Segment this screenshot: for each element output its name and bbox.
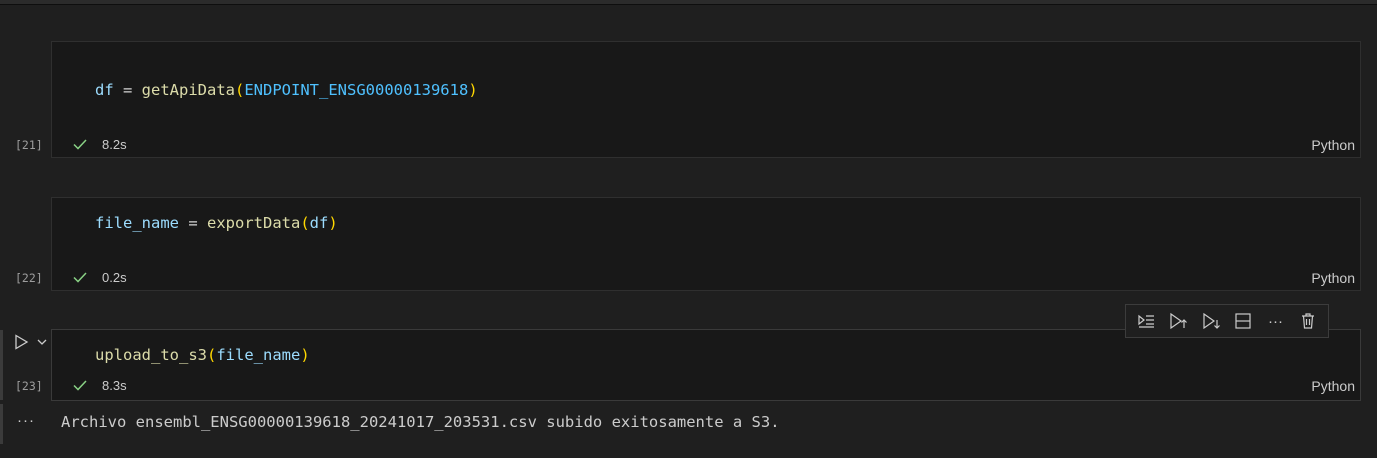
language-label[interactable]: Python <box>1311 270 1355 286</box>
top-border <box>0 0 1377 5</box>
code-token: file_name <box>216 346 301 364</box>
code-token: ) <box>300 346 310 364</box>
check-icon <box>73 380 87 391</box>
code-token: file_name <box>95 214 179 232</box>
run-by-line-icon[interactable] <box>1135 310 1157 332</box>
code-token: ( <box>206 346 217 364</box>
code-token: df <box>95 81 114 99</box>
code-token: df <box>309 214 329 232</box>
execution-count: [23] <box>15 379 43 393</box>
split-cell-icon[interactable] <box>1232 310 1254 332</box>
code-token: getApiData <box>141 81 235 99</box>
execute-below-icon[interactable] <box>1200 310 1222 332</box>
cell-1-status: 8.2s <box>72 136 127 152</box>
cell-3-code[interactable]: upload_to_s3(file_name) <box>95 346 310 364</box>
code-cell-1[interactable]: df = getApiData(ENDPOINT_ENSG00000139618… <box>51 41 1361 158</box>
cell-3-status: 8.3s <box>72 377 127 393</box>
more-actions-icon[interactable]: ··· <box>1264 310 1286 332</box>
code-token: ENDPOINT_ENSG00000139618 <box>244 81 469 99</box>
cell-toolbar: ··· <box>1125 304 1329 338</box>
execution-duration: 8.2s <box>102 136 127 152</box>
code-token: upload_to_s3 <box>95 346 207 364</box>
cell-1-code[interactable]: df = getApiData(ENDPOINT_ENSG00000139618… <box>95 81 478 99</box>
code-token: ) <box>328 214 338 232</box>
execution-duration: 0.2s <box>102 269 127 285</box>
execution-count: [22] <box>15 271 43 285</box>
output-focus-indicator <box>0 404 3 444</box>
run-cell-icon[interactable] <box>12 333 30 351</box>
cell-run-controls <box>12 333 48 351</box>
language-label[interactable]: Python <box>1311 137 1355 153</box>
execution-count: [21] <box>15 138 43 152</box>
code-token: ( <box>235 81 245 99</box>
output-more-button[interactable]: ··· <box>17 412 35 429</box>
code-token: = <box>113 81 142 99</box>
check-icon <box>73 272 87 283</box>
code-token: exportData <box>207 214 301 232</box>
language-label[interactable]: Python <box>1311 378 1355 394</box>
code-token: = <box>179 214 207 232</box>
cell-output-text: Archivo ensembl_ENSG00000139618_20241017… <box>61 413 780 431</box>
cell-focus-indicator <box>0 330 3 400</box>
cell-2-status: 0.2s <box>72 269 127 285</box>
code-cell-2[interactable]: file_name = exportData(df) 0.2s Python <box>51 197 1361 291</box>
execute-above-icon[interactable] <box>1167 310 1189 332</box>
more-actions-label: ··· <box>1267 312 1283 330</box>
code-token: ( <box>300 214 310 232</box>
code-cell-3[interactable]: upload_to_s3(file_name) 8.3s Python <box>51 329 1361 401</box>
cell-2-code[interactable]: file_name = exportData(df) <box>95 214 338 232</box>
check-icon <box>73 139 87 150</box>
trash-icon[interactable] <box>1297 310 1319 332</box>
chevron-down-icon[interactable] <box>36 336 48 348</box>
code-token: ) <box>468 81 478 99</box>
execution-duration: 8.3s <box>102 377 127 393</box>
